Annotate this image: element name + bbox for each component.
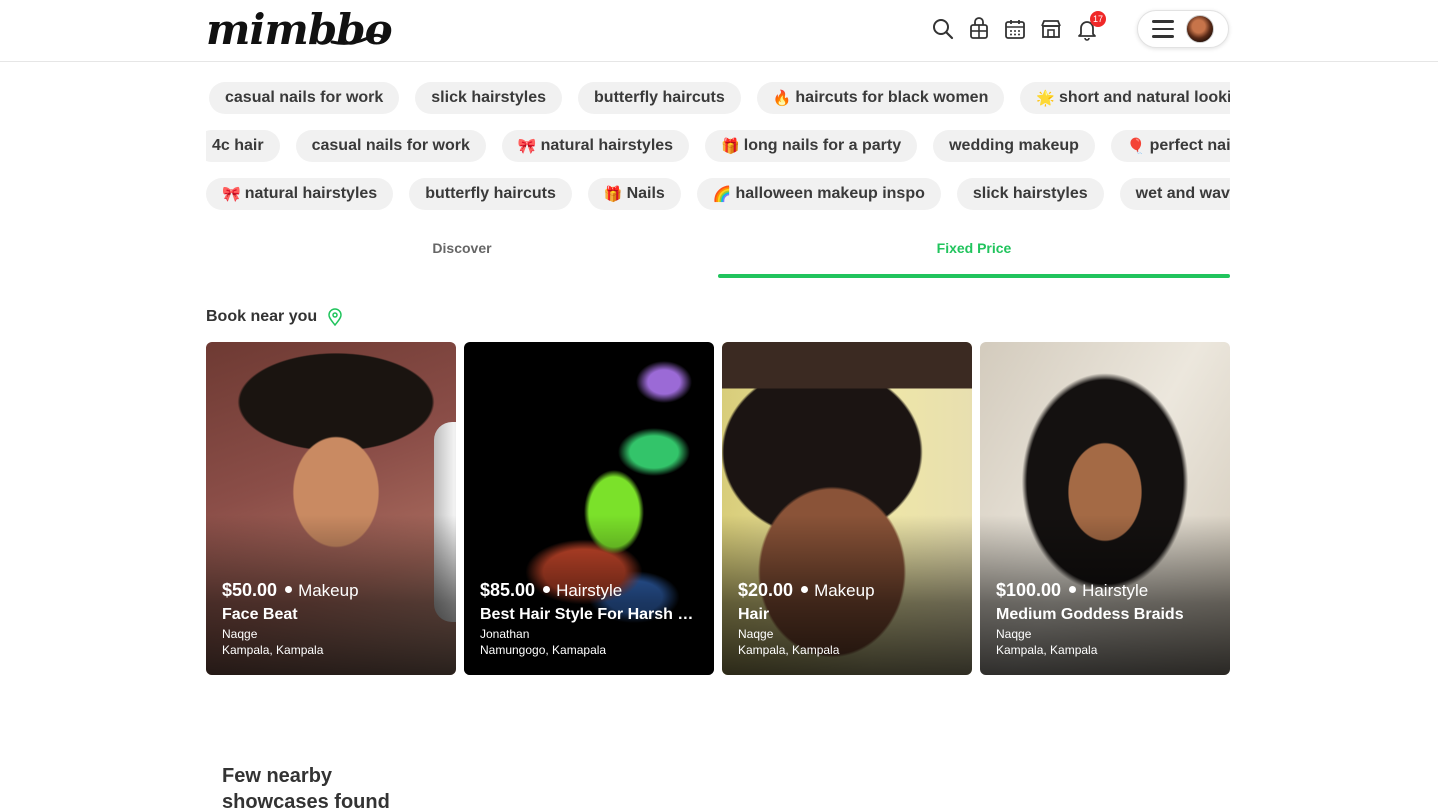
card-category: Makeup — [298, 581, 359, 600]
section-heading: Book near you — [206, 308, 343, 326]
tab-fixed-price[interactable]: Fixed Price — [718, 234, 1230, 278]
chip[interactable]: 🎀 natural hairstyles — [206, 178, 394, 210]
top-header: mimbbo 17 — [0, 0, 1438, 62]
card-location: Kampala, Kampala — [996, 643, 1098, 657]
service-card[interactable]: $50.00 Makeup Face Beat Naqge Kampala, Ka… — [206, 342, 456, 675]
card-location: Kampala, Kampala — [738, 643, 840, 657]
avatar — [1186, 15, 1214, 43]
card-location: Namungogo, Kamapala — [480, 643, 607, 657]
chip[interactable]: 🌈 halloween makeup inspo — [696, 178, 941, 210]
chip[interactable]: casual nails for work — [295, 130, 486, 162]
chip[interactable]: butterfly haircuts — [409, 178, 572, 210]
chip[interactable]: wedding makeup — [933, 130, 1095, 162]
service-card[interactable]: $85.00 Hairstyle Best Hair Style For Hars… — [464, 342, 714, 675]
chip[interactable]: butterfly haircuts — [578, 82, 741, 114]
card-title: Face Beat — [222, 606, 298, 623]
notification-badge: 17 — [1090, 11, 1106, 27]
card-provider: Naqge — [222, 627, 258, 641]
tab-discover[interactable]: Discover — [206, 234, 718, 278]
card-title: Medium Goddess Braids — [996, 606, 1184, 623]
chip-row: casual nails for work slick hairstyles b… — [209, 82, 1230, 116]
card-provider: Naqge — [738, 627, 774, 641]
chip[interactable]: 🔥 haircuts for black women — [756, 82, 1005, 114]
service-card[interactable]: $20.00 Makeup Hair Naqge Kampala, Kampala — [722, 342, 972, 675]
chip[interactable]: 4c hair — [206, 130, 280, 162]
menu-icon — [1152, 20, 1174, 38]
profile-menu-button[interactable] — [1137, 10, 1229, 48]
section-title: Book near you — [206, 308, 318, 325]
logo-swoosh — [330, 33, 384, 45]
chip[interactable]: 🎁 Nails — [587, 178, 681, 210]
chip-row: 🎀 natural hairstyles butterfly haircuts 🎁… — [206, 178, 1230, 212]
card-category: Hairstyle — [556, 581, 623, 600]
chip[interactable]: 🎈perfect nails — [1110, 130, 1230, 162]
card-category: Makeup — [814, 581, 875, 600]
search-icon[interactable] — [930, 14, 956, 44]
chip[interactable]: casual nails for work — [209, 82, 400, 114]
card-title: Best Hair Style For Harsh Winter — [480, 606, 700, 623]
card-provider: Jonathan — [480, 627, 530, 641]
view-tabs: Discover Fixed Price — [206, 234, 1230, 278]
gift-shop-icon[interactable] — [966, 14, 992, 44]
chip[interactable]: 🎁 long nails for a party — [705, 130, 918, 162]
card-location: Kampala, Kampala — [222, 643, 324, 657]
chip[interactable]: 🎀 natural hairstyles — [501, 130, 690, 162]
suggestion-chips: casual nails for work slick hairstyles b… — [206, 82, 1230, 222]
calendar-icon[interactable] — [1002, 14, 1028, 44]
card-price: $50.00 — [222, 580, 278, 600]
chip-row: 4c hair casual nails for work 🎀 natural h… — [206, 130, 1230, 164]
card-price: $100.00 — [996, 580, 1062, 600]
card-price: $85.00 — [480, 580, 536, 600]
bell-icon[interactable]: 17 — [1074, 11, 1106, 44]
service-cards: $50.00 Makeup Face Beat Naqge Kampala, Ka… — [206, 342, 1230, 675]
chip[interactable]: slick hairstyles — [415, 82, 563, 114]
card-category: Hairstyle — [1082, 581, 1149, 600]
location-pin-icon[interactable] — [327, 308, 343, 326]
store-icon[interactable] — [1038, 14, 1064, 44]
service-card[interactable]: $100.00 Hairstyle Medium Goddess Braids N… — [980, 342, 1230, 675]
chip[interactable]: 🌟short and natural looking — [1020, 82, 1230, 114]
nav-icons: 17 — [930, 11, 1110, 44]
chip[interactable]: slick hairstyles — [956, 178, 1104, 210]
card-provider: Naqge — [996, 627, 1032, 641]
few-showcases-heading: Few nearby showcases found — [222, 765, 390, 809]
card-price: $20.00 — [738, 580, 794, 600]
card-title: Hair — [738, 606, 770, 623]
chip[interactable]: wet and wavy — [1119, 178, 1230, 210]
